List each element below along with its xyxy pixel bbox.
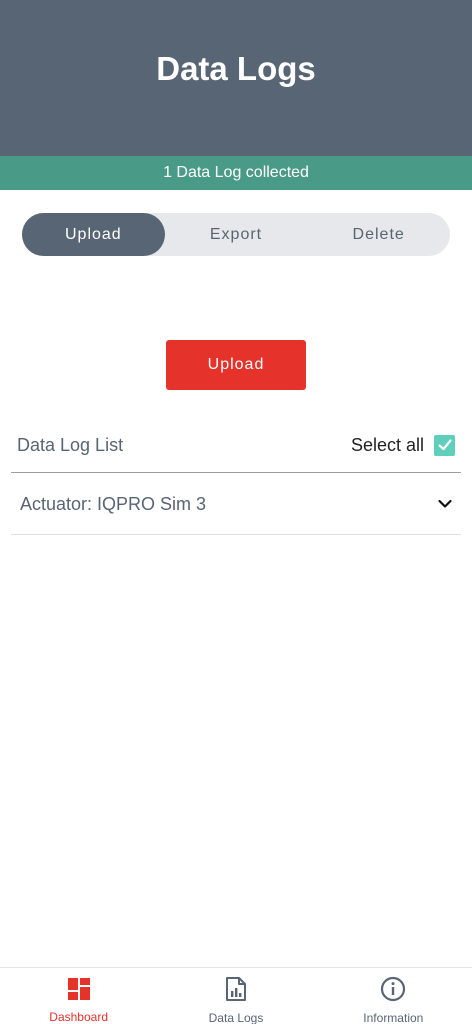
select-all-control[interactable]: Select all [350,434,455,456]
information-icon [381,976,406,1002]
bottom-navigation: Dashboard Data Logs Information [0,967,472,1024]
list-title: Data Log List [17,434,124,455]
nav-item-information[interactable]: Information [315,968,472,1024]
select-all-label: Select all [350,434,424,455]
nav-label-dashboard: Dashboard [49,1010,109,1024]
chevron-down-icon[interactable] [437,496,453,512]
dashboard-icon [67,977,90,1000]
data-log-list-header: Data Log List Select all [11,418,461,473]
page-title: Data Logs [156,50,316,87]
nav-item-data-logs[interactable]: Data Logs [157,968,314,1024]
nav-label-data-logs: Data Logs [208,1011,264,1024]
app-header: Data Logs [0,0,472,156]
nav-label-information: Information [363,1011,424,1024]
select-all-checkbox[interactable] [434,434,455,456]
segment-delete[interactable]: Delete [307,213,450,256]
checkmark-icon [437,439,452,451]
upload-button[interactable]: Upload [166,340,306,390]
list-item[interactable]: Actuator: IQPRO Sim 3 [11,474,461,535]
nav-item-dashboard[interactable]: Dashboard [0,968,157,1024]
data-logs-icon [225,977,246,1001]
segment-upload[interactable]: Upload [22,213,165,256]
status-banner: 1 Data Log collected [0,156,472,190]
action-segmented-control: Upload Export Delete [22,213,450,256]
segment-export[interactable]: Export [165,213,308,256]
status-text: 1 Data Log collected [163,164,309,181]
log-item-label: Actuator: IQPRO Sim 3 [20,493,207,514]
